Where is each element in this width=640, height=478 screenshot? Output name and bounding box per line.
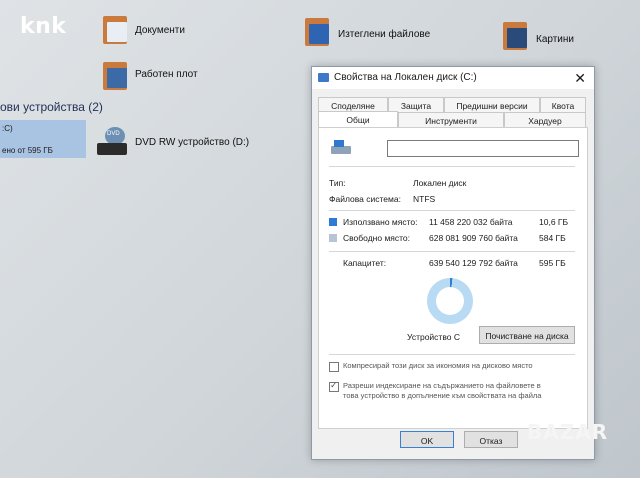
tab-quota[interactable]: Квота bbox=[540, 97, 586, 113]
used-space-bytes: 11 458 220 032 байта bbox=[429, 217, 513, 227]
type-value: Локален диск bbox=[413, 178, 467, 188]
filesystem-value: NTFS bbox=[413, 194, 436, 204]
item-documents-label[interactable]: Документи bbox=[135, 25, 185, 36]
drive-name: :C) bbox=[2, 124, 13, 133]
free-space-size: 584 ГБ bbox=[539, 233, 566, 243]
capacity-size: 595 ГБ bbox=[539, 258, 566, 268]
drive-name-input[interactable] bbox=[387, 140, 579, 157]
compress-label: Компресирай този диск за икономия на дис… bbox=[343, 361, 533, 370]
capacity-bytes: 639 540 129 792 байта bbox=[429, 258, 518, 268]
item-pictures-label[interactable]: Картини bbox=[536, 34, 574, 45]
capacity-label: Капацитет: bbox=[343, 258, 387, 268]
dialog-title: Свойства на Локален диск (C:) bbox=[334, 72, 477, 83]
bazar-watermark: BAZAR bbox=[527, 420, 609, 444]
local-drive-item[interactable]: :C) ено от 595 ГБ bbox=[0, 120, 86, 158]
drive-title-icon bbox=[318, 73, 329, 82]
dialog-titlebar: Свойства на Локален диск (C:) ✕ bbox=[312, 67, 594, 89]
item-downloads-label[interactable]: Изтеглени файлове bbox=[338, 29, 430, 40]
index-checkbox[interactable] bbox=[329, 380, 339, 392]
brand-watermark-top: knk bbox=[20, 14, 67, 39]
dvd-drive-icon[interactable]: DVD bbox=[95, 127, 129, 159]
tab-hardware[interactable]: Хардуер bbox=[504, 112, 586, 128]
devices-section-title: ови устройства (2) bbox=[0, 100, 103, 114]
filesystem-label: Файлова система: bbox=[329, 194, 401, 204]
index-label-line2: това устройство в допълнение към свойств… bbox=[343, 391, 542, 400]
tab-tools[interactable]: Инструменти bbox=[398, 112, 504, 128]
free-space-swatch bbox=[329, 234, 337, 242]
ok-button[interactable]: OK bbox=[400, 431, 454, 448]
dvd-icon-text: DVD bbox=[107, 131, 120, 137]
drive-icon bbox=[331, 140, 351, 154]
tab-general[interactable]: Общи bbox=[318, 111, 398, 128]
desktop-folder-icon[interactable] bbox=[103, 60, 129, 90]
close-icon[interactable]: ✕ bbox=[574, 70, 586, 87]
item-desktop-label[interactable]: Работен плот bbox=[135, 69, 198, 80]
separator-4 bbox=[329, 354, 575, 355]
downloads-folder-icon[interactable] bbox=[305, 16, 331, 46]
dvd-drive-label[interactable]: DVD RW устройство (D:) bbox=[135, 137, 249, 148]
disk-cleanup-button[interactable]: Почистване на диска bbox=[479, 326, 575, 344]
tab-previous-versions[interactable]: Предишни версии bbox=[444, 97, 540, 113]
compress-checkbox[interactable] bbox=[329, 362, 339, 372]
used-space-swatch bbox=[329, 218, 337, 226]
free-space-bytes: 628 081 909 760 байта bbox=[429, 233, 518, 243]
device-label: Устройство C bbox=[407, 332, 460, 342]
drive-free-text: ено от 595 ГБ bbox=[2, 146, 53, 155]
cancel-button[interactable]: Отказ bbox=[464, 431, 518, 448]
general-tab-panel: Тип: Локален диск Файлова система: NTFS … bbox=[318, 127, 588, 429]
separator-1 bbox=[329, 166, 575, 167]
disk-usage-donut bbox=[427, 278, 473, 324]
documents-folder-icon[interactable] bbox=[103, 14, 129, 44]
index-label-line1: Разреши индексиране на съдържанието на ф… bbox=[343, 381, 541, 390]
pictures-folder-icon[interactable] bbox=[503, 20, 529, 50]
separator-3 bbox=[329, 251, 575, 252]
separator-2 bbox=[329, 210, 575, 211]
used-space-label: Използвано място: bbox=[343, 217, 418, 227]
free-space-label: Свободно място: bbox=[343, 233, 411, 243]
used-space-size: 10,6 ГБ bbox=[539, 217, 569, 227]
type-label: Тип: bbox=[329, 178, 346, 188]
properties-dialog: Свойства на Локален диск (C:) ✕ Споделян… bbox=[311, 66, 595, 460]
